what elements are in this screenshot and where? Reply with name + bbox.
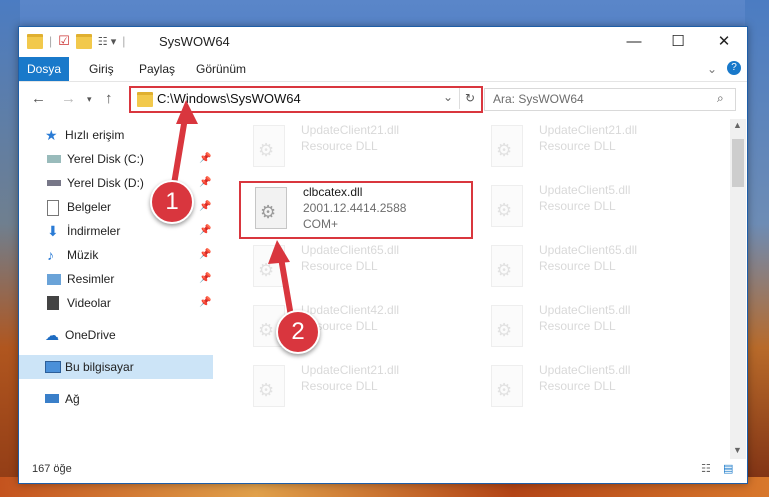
callout-badge-2: 2 (276, 310, 320, 354)
arrow-head (268, 240, 290, 264)
instruction-arrows (169, 100, 295, 323)
callout-badge-1: 1 (150, 180, 194, 224)
arrow-head (176, 100, 198, 124)
